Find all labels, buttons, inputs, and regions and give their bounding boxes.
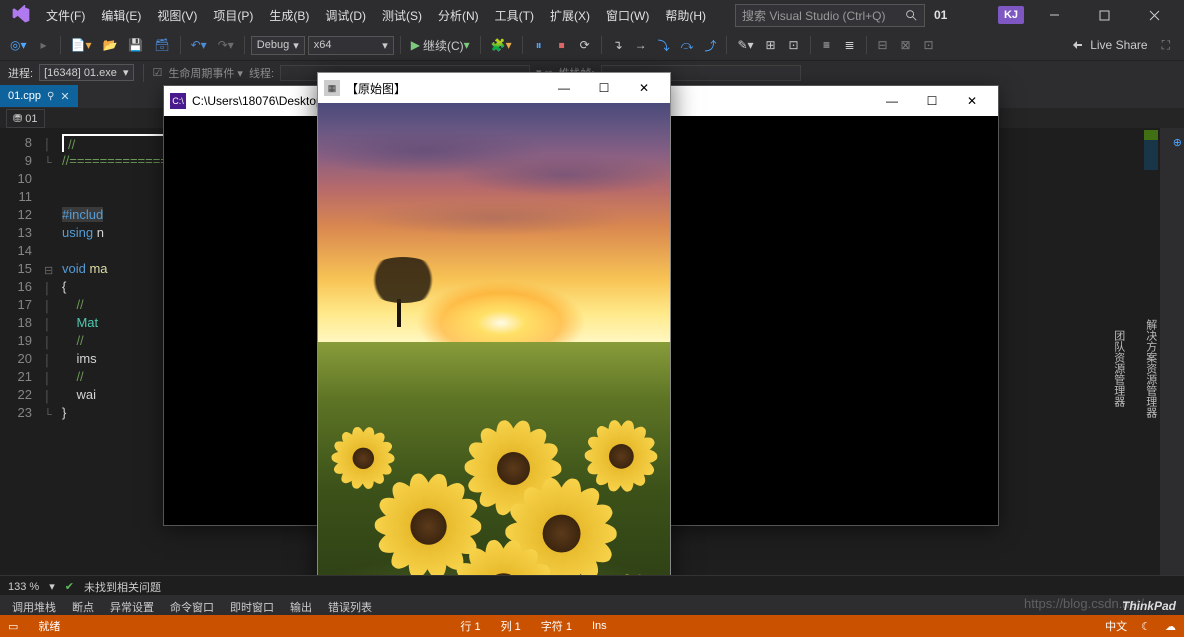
tb-misc-3[interactable]: ⊡ <box>784 34 804 56</box>
console-minimize-button[interactable]: ― <box>872 87 912 115</box>
check-icon: ✔ <box>65 580 74 593</box>
console-title-text: C:\Users\18076\Desktop\ <box>192 94 326 108</box>
solution-explorer-tab[interactable]: 解决方案资源管理器 <box>1141 136 1161 600</box>
search-placeholder: 搜索 Visual Studio (Ctrl+Q) <box>742 7 886 24</box>
tb-misc-7[interactable]: ⊠ <box>896 34 916 56</box>
search-icon <box>904 8 918 22</box>
fold-column[interactable]: │└⊟│││││││└ <box>44 136 53 424</box>
step-out-icon[interactable]: ⤴ <box>700 34 720 56</box>
restart-button[interactable]: ⟳ <box>575 34 595 56</box>
tb-misc-1[interactable]: ✎▾ <box>733 34 757 56</box>
save-all-button[interactable]: 🗃 <box>150 34 173 56</box>
visual-studio-icon <box>11 5 31 25</box>
step-over-icon[interactable]: ⤼ <box>677 34 698 56</box>
menu-test[interactable]: 测试(S) <box>375 3 429 28</box>
file-tab-01cpp[interactable]: 01.cpp ⚲ ✕ <box>0 85 78 107</box>
live-share-button[interactable]: Live Share ⛶ <box>1062 35 1178 56</box>
menu-window[interactable]: 窗口(W) <box>599 3 656 28</box>
status-lang[interactable]: 中文 <box>1105 618 1127 634</box>
live-share-icon <box>1070 38 1084 52</box>
window-close-button[interactable] <box>1134 1 1174 29</box>
stop-button[interactable]: ⏹ <box>552 34 572 56</box>
console-close-button[interactable]: ✕ <box>952 87 992 115</box>
window-minimize-button[interactable] <box>1034 1 1074 29</box>
brand-text: ThinkPad <box>1122 599 1176 613</box>
solution-name: 01 <box>927 4 954 26</box>
menu-extensions[interactable]: 扩展(X) <box>543 3 597 28</box>
tb-misc-2[interactable]: ⊞ <box>761 34 781 56</box>
user-badge[interactable]: KJ <box>998 6 1024 24</box>
pin-icon[interactable]: ⚲ <box>47 91 54 102</box>
nav-fwd-button[interactable]: ▸ <box>34 34 54 56</box>
search-input[interactable]: 搜索 Visual Studio (Ctrl+Q) <box>735 4 925 27</box>
status-bar: ▭ 就绪 行 1 列 1 字符 1 Ins 中文 ☾ ☁ <box>0 615 1184 637</box>
image-close-button[interactable]: ✕ <box>624 74 664 102</box>
nav-back-button[interactable]: ◎▾ <box>6 34 31 56</box>
pause-button[interactable]: ⏸ <box>529 34 549 56</box>
tb-misc-8[interactable]: ⊡ <box>919 34 939 56</box>
lifecycle-label[interactable]: 生命周期事件 ▾ <box>168 65 243 81</box>
toolbar-icon[interactable]: 🧩▾ <box>487 34 516 56</box>
process-label: 进程: <box>8 65 33 81</box>
image-minimize-button[interactable]: ― <box>544 74 584 102</box>
zoom-level[interactable]: 133 % <box>8 581 39 593</box>
config-dropdown[interactable]: Debug ▾ <box>251 36 305 55</box>
menu-bar: 文件(F) 编辑(E) 视图(V) 项目(P) 生成(B) 调试(D) 测试(S… <box>0 0 1184 30</box>
image-title-text: 【原始图】 <box>346 80 406 97</box>
toolbar: ◎▾ ▸ 📄▾ 📂 💾 🗃 ↶▾ ↷▾ Debug ▾ x64 ▾ ▶ 继续(C… <box>0 30 1184 60</box>
menu-edit[interactable]: 编辑(E) <box>94 3 148 28</box>
team-explorer-tab[interactable]: 团队资源管理器 <box>1109 136 1129 600</box>
menu-view[interactable]: 视图(V) <box>150 3 204 28</box>
process-dropdown[interactable]: [16348] 01.exe ▾ <box>39 64 133 81</box>
status-line: 行 1 <box>460 618 480 634</box>
console-maximize-button[interactable]: ☐ <box>912 87 952 115</box>
new-project-button[interactable]: 📄▾ <box>67 34 96 56</box>
tb-misc-6[interactable]: ⊟ <box>873 34 893 56</box>
menu-tools[interactable]: 工具(T) <box>488 3 541 28</box>
editor-status-row: 133 %▾ ✔ 未找到相关问题 <box>0 575 1184 597</box>
undo-button[interactable]: ↶▾ <box>187 34 211 56</box>
menu-help[interactable]: 帮助(H) <box>658 3 713 28</box>
thread-label: 线程: <box>249 65 274 81</box>
image-window-icon: ▦ <box>324 80 340 96</box>
status-ins: Ins <box>592 620 607 632</box>
status-ready-icon: ▭ <box>8 620 18 633</box>
menu-build[interactable]: 生成(B) <box>262 3 316 28</box>
line-gutter: 891011 12131415 16171819 20212223 <box>0 128 40 608</box>
image-titlebar[interactable]: ▦ 【原始图】 ― ☐ ✕ <box>318 73 670 103</box>
scope-selector[interactable]: ⛃ 01 <box>6 109 45 128</box>
tb-misc-4[interactable]: ≡ <box>817 34 837 56</box>
continue-button[interactable]: ▶ 继续(C) ▾ <box>407 34 474 56</box>
menu-debug[interactable]: 调试(D) <box>318 3 373 28</box>
moon-icon[interactable]: ☾ <box>1141 620 1151 633</box>
status-col: 列 1 <box>501 618 521 634</box>
step-in-icon[interactable]: ⤵ <box>654 34 674 56</box>
image-content <box>318 103 670 633</box>
redo-button[interactable]: ↷▾ <box>214 34 238 56</box>
menu-file[interactable]: 文件(F) <box>39 3 92 28</box>
save-button[interactable]: 💾 <box>124 34 147 56</box>
window-maximize-button[interactable] <box>1084 1 1124 29</box>
menu-project[interactable]: 项目(P) <box>206 3 260 28</box>
status-ready: 就绪 <box>38 618 60 634</box>
show-next-button[interactable]: → <box>631 34 651 56</box>
console-icon: C:\ <box>170 93 186 109</box>
menu-analyze[interactable]: 分析(N) <box>431 3 486 28</box>
tb-misc-5[interactable]: ≣ <box>840 34 860 56</box>
close-tab-icon[interactable]: ✕ <box>60 90 69 103</box>
step-into-button[interactable]: ↴ <box>608 34 628 56</box>
cloud-icon[interactable]: ☁ <box>1165 620 1176 633</box>
status-char: 字符 1 <box>541 618 572 634</box>
right-tool-panel: ⊕ 解决方案资源管理器 团队资源管理器 <box>1160 128 1184 608</box>
image-maximize-button[interactable]: ☐ <box>584 74 624 102</box>
platform-dropdown[interactable]: x64 ▾ <box>308 36 394 55</box>
image-window[interactable]: ▦ 【原始图】 ― ☐ ✕ <box>317 72 671 634</box>
open-button[interactable]: 📂 <box>98 34 121 56</box>
issues-text[interactable]: 未找到相关问题 <box>84 579 161 595</box>
